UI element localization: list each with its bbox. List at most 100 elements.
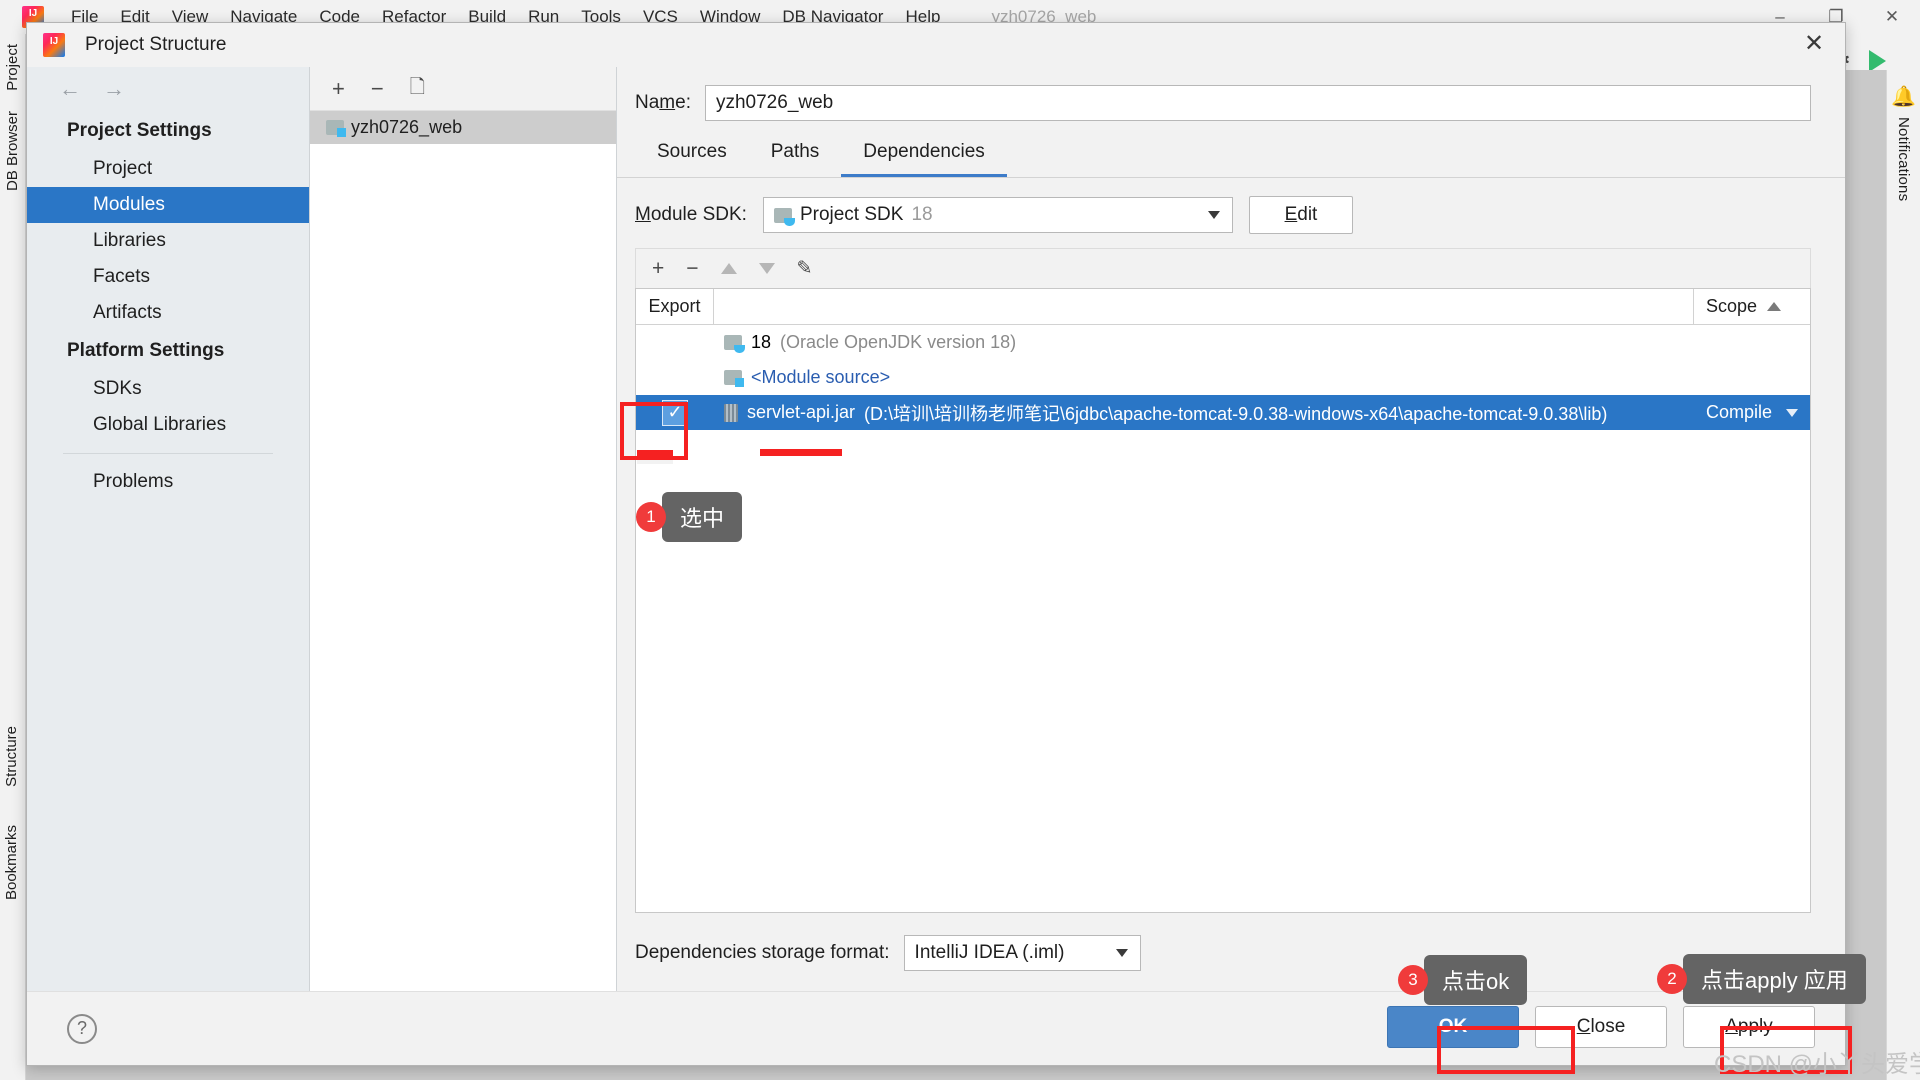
settings-divider: [63, 453, 273, 454]
column-header-scope[interactable]: Scope: [1694, 289, 1810, 324]
list-item[interactable]: yzh0726_web: [310, 111, 616, 144]
close-button[interactable]: Close: [1535, 1006, 1667, 1048]
module-source-icon: [724, 370, 744, 387]
dialog-close-icon[interactable]: ✕: [1801, 32, 1827, 58]
annotation-badge-3: 3: [1398, 965, 1428, 995]
apply-button[interactable]: Apply: [1683, 1006, 1815, 1048]
sidebar-item-sdks[interactable]: SDKs: [27, 371, 309, 407]
sidebar-tab-bookmarks[interactable]: Bookmarks: [3, 825, 20, 900]
export-checkbox-cell[interactable]: ✓: [636, 399, 714, 426]
chevron-down-icon: [1115, 949, 1128, 957]
close-icon[interactable]: ✕: [1864, 7, 1920, 27]
storage-format-label: Dependencies storage format:: [635, 942, 890, 963]
footer-buttons: OK Close Apply: [1387, 1006, 1815, 1048]
module-detail-pane: Name: yzh0726_web Sources Paths Dependen…: [617, 67, 1845, 991]
project-structure-dialog: Project Structure ✕ ← → Project Settings…: [26, 22, 1846, 1066]
table-header: Export Scope: [636, 289, 1810, 325]
table-row[interactable]: <Module source>: [636, 360, 1810, 395]
forward-arrow-icon[interactable]: →: [103, 76, 125, 102]
annotation-badge-1: 1: [636, 502, 666, 532]
settings-group-platform: Platform Settings: [67, 340, 225, 361]
annotation-callout-3: 3 点击ok: [1398, 955, 1528, 1005]
sidebar-item-modules[interactable]: Modules: [27, 187, 309, 223]
annotation-spacer: [636, 444, 710, 456]
dependency-name-cell: 18 (Oracle OpenJDK version 18): [714, 332, 1694, 353]
watermark: CSDN @小丫头爱学习: [1714, 1051, 1920, 1078]
run-icon[interactable]: [1869, 49, 1886, 72]
jar-icon: [724, 403, 738, 422]
dependencies-table: Export Scope 18 (Oracle OpenJDK version …: [635, 288, 1811, 913]
dependency-detail: (Oracle OpenJDK version 18): [780, 332, 1017, 352]
settings-group-project: Project Settings: [67, 120, 212, 141]
ide-left-tool-strip-bottom: Structure Bookmarks: [0, 716, 26, 910]
edit-sdk-button[interactable]: Edit: [1248, 196, 1353, 234]
sidebar-tab-notifications[interactable]: Notifications: [1895, 117, 1912, 201]
module-sdk-value: Project SDK: [799, 204, 904, 225]
sidebar-tab-structure[interactable]: Structure: [3, 726, 20, 787]
ok-button[interactable]: OK: [1387, 1006, 1519, 1048]
dependency-scope: Compile: [1706, 402, 1773, 422]
ide-left-tool-strip: Project DB Browser: [0, 34, 26, 1080]
dependency-name: 18: [751, 332, 772, 352]
sidebar-item-facets[interactable]: Facets: [27, 259, 309, 295]
module-name: yzh0726_web: [351, 117, 463, 137]
sidebar-item-artifacts[interactable]: Artifacts: [27, 295, 309, 331]
back-arrow-icon[interactable]: ←: [59, 76, 81, 102]
module-folder-icon: [326, 120, 346, 137]
remove-dependency-button[interactable]: −: [686, 257, 698, 281]
add-dependency-button[interactable]: +: [652, 257, 664, 281]
dependency-name-cell: servlet-api.jar (D:\培训\培训杨老师笔记\6jdbc\apa…: [714, 400, 1694, 426]
dependency-detail: (D:\培训\培训杨老师笔记\6jdbc\apache-tomcat-9.0.3…: [864, 403, 1608, 424]
module-sdk-label: Module SDK:: [635, 204, 747, 225]
sidebar-tab-project[interactable]: Project: [4, 44, 21, 91]
annotation-callout-1: 1 选中: [636, 492, 743, 542]
modules-list-pane: + − 🗋 yzh0726_web: [310, 67, 617, 991]
sidebar-item-problems[interactable]: Problems: [27, 464, 309, 500]
sidebar-item-global-libraries[interactable]: Global Libraries: [27, 407, 309, 443]
dependency-name: servlet-api.jar: [747, 402, 856, 422]
sort-ascending-icon: [1767, 302, 1782, 311]
tab-dependencies[interactable]: Dependencies: [841, 131, 1007, 177]
help-button[interactable]: ?: [67, 1013, 97, 1044]
jdk-icon: [773, 207, 795, 226]
name-input[interactable]: yzh0726_web: [704, 85, 1811, 121]
annotation-underline-jar: [760, 449, 842, 456]
dialog-footer: ? OK Close Apply: [27, 991, 1845, 1065]
annotation-callout-2: 2 点击apply 应用: [1657, 954, 1866, 1004]
table-row[interactable]: 18 (Oracle OpenJDK version 18): [636, 325, 1810, 360]
chevron-down-icon: [1207, 211, 1220, 219]
add-module-button[interactable]: +: [332, 76, 345, 102]
dependency-scope-cell[interactable]: Compile: [1694, 402, 1810, 423]
dialog-title-bar: Project Structure ✕: [27, 23, 1845, 67]
annotation-text-3: 点击ok: [1424, 955, 1528, 1005]
move-up-icon[interactable]: [720, 263, 737, 274]
dependencies-panel: Module SDK: Project SDK 18 Edit + − ✎ Ex…: [617, 178, 1845, 991]
bell-icon: 🔔: [1891, 86, 1916, 108]
dependencies-toolbar: + − ✎: [635, 248, 1811, 288]
storage-format-dropdown[interactable]: IntelliJ IDEA (.iml): [903, 935, 1141, 971]
copy-module-icon[interactable]: 🗋: [410, 73, 425, 105]
export-checkbox[interactable]: ✓: [662, 399, 688, 426]
sidebar-tab-db-browser[interactable]: DB Browser: [4, 111, 21, 191]
tab-sources[interactable]: Sources: [635, 131, 749, 177]
column-header-scope-label: Scope: [1706, 296, 1758, 316]
remove-module-button[interactable]: −: [371, 76, 384, 102]
storage-format-row: Dependencies storage format: IntelliJ ID…: [635, 913, 1811, 991]
jdk-icon: [724, 335, 745, 353]
tab-paths[interactable]: Paths: [749, 131, 842, 177]
storage-format-value: IntelliJ IDEA (.iml): [914, 942, 1065, 963]
table-row[interactable]: ✓ servlet-api.jar (D:\培训\培训杨老师笔记\6jdbc\a…: [636, 395, 1810, 430]
modules-toolbar: + − 🗋: [310, 67, 616, 111]
annotation-badge-2: 2: [1657, 964, 1687, 994]
chevron-down-icon: [1786, 408, 1798, 417]
module-sdk-dropdown[interactable]: Project SDK 18: [762, 197, 1233, 233]
dialog-title: Project Structure: [85, 34, 227, 55]
edit-pencil-icon[interactable]: ✎: [797, 257, 813, 280]
move-down-icon[interactable]: [758, 263, 775, 274]
column-header-export[interactable]: Export: [636, 289, 714, 324]
dialog-app-icon: [43, 33, 65, 57]
sidebar-item-project[interactable]: Project: [27, 151, 309, 187]
settings-nav-arrows: ← →: [27, 67, 309, 111]
sidebar-item-libraries[interactable]: Libraries: [27, 223, 309, 259]
dependency-name-cell: <Module source>: [714, 367, 1694, 388]
